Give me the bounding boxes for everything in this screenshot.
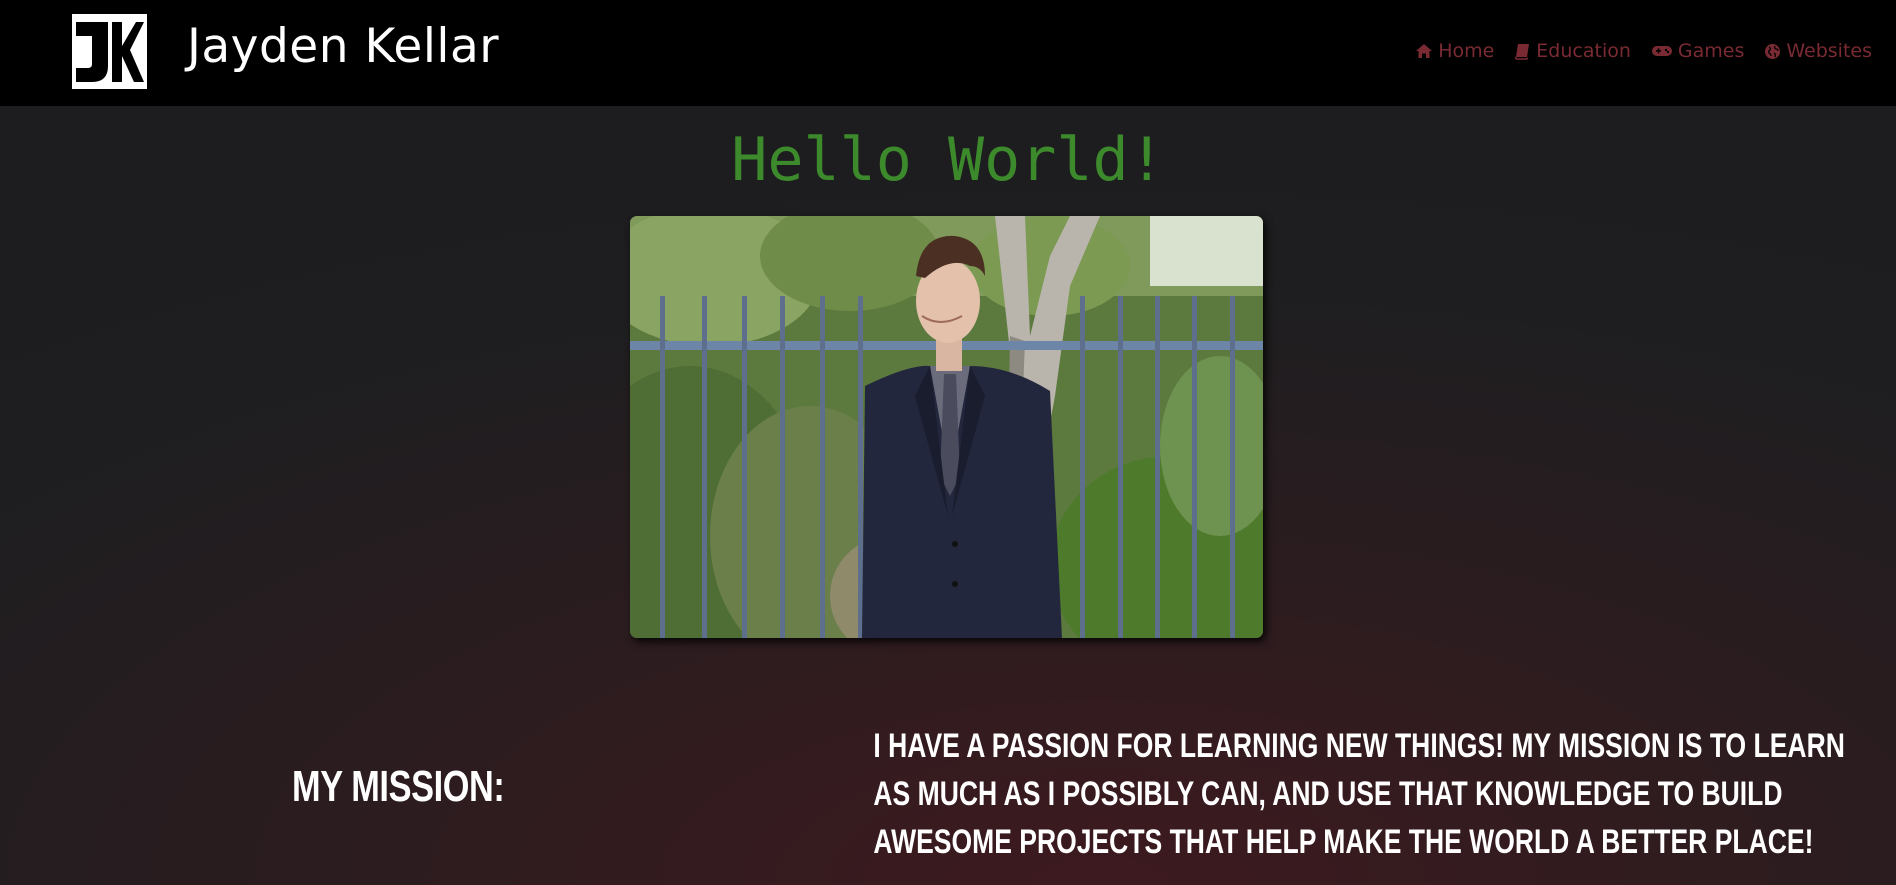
mission-line: AS MUCH AS I POSSIBLY CAN, AND USE THAT … bbox=[873, 775, 1783, 813]
nav-websites-label: Websites bbox=[1786, 40, 1872, 62]
gamepad-icon bbox=[1651, 46, 1672, 56]
home-icon bbox=[1416, 44, 1433, 58]
jk-logo-mark bbox=[72, 14, 147, 89]
mission-line: AWESOME PROJECTS THAT HELP MAKE THE WORL… bbox=[873, 823, 1814, 861]
mission-statement: I HAVE A PASSION FOR LEARNING NEW THINGS… bbox=[770, 722, 1845, 866]
profile-photo bbox=[630, 216, 1263, 638]
brand-name[interactable]: Jayden Kellar bbox=[187, 17, 499, 77]
mission-label: MY MISSION: bbox=[292, 762, 505, 811]
top-navbar: Jayden Kellar Home Education Games Websi… bbox=[0, 0, 1896, 106]
hello-heading: Hello World! bbox=[731, 125, 1165, 195]
mission-line: I HAVE A PASSION FOR LEARNING NEW THINGS… bbox=[873, 727, 1845, 765]
profile-photo-illustration bbox=[630, 216, 1263, 638]
nav-links: Home Education Games Websites bbox=[1415, 40, 1872, 62]
jk-logo[interactable] bbox=[72, 14, 147, 89]
nav-education[interactable]: Education bbox=[1514, 40, 1631, 62]
nav-home[interactable]: Home bbox=[1415, 40, 1494, 62]
nav-games[interactable]: Games bbox=[1651, 40, 1744, 62]
globe-icon bbox=[1765, 43, 1781, 59]
nav-websites[interactable]: Websites bbox=[1764, 40, 1872, 62]
nav-education-label: Education bbox=[1536, 40, 1631, 62]
nav-games-label: Games bbox=[1677, 40, 1745, 62]
nav-home-label: Home bbox=[1438, 40, 1495, 62]
book-icon bbox=[1515, 43, 1530, 60]
